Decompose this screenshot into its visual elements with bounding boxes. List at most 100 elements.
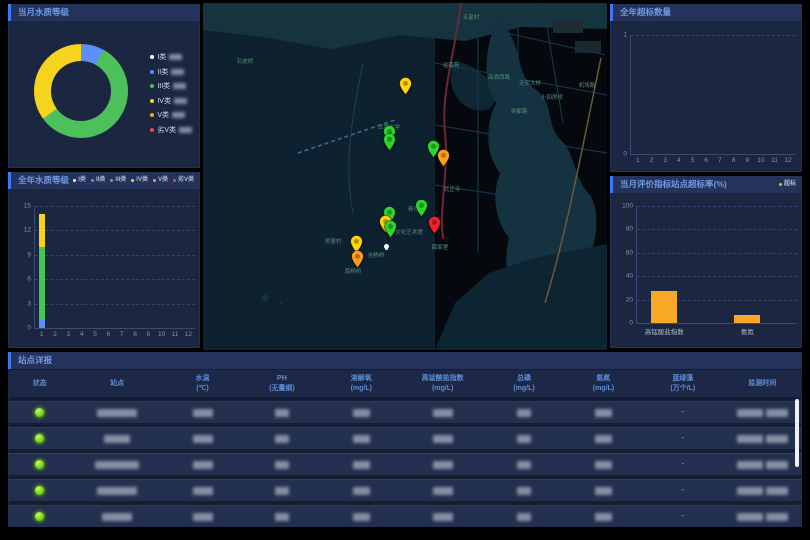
legend-item-V类[interactable]: V类 <box>153 172 168 189</box>
cell-蓝绿藻: - <box>643 461 722 468</box>
column-label: PH <box>277 374 287 383</box>
station-pin-red[interactable] <box>428 216 441 234</box>
value-redacted <box>353 513 370 521</box>
column-header-站点: 站点 <box>72 379 163 388</box>
station-pin-green[interactable] <box>384 220 397 238</box>
selected-station-marker[interactable] <box>384 244 389 249</box>
table-scrollbar[interactable] <box>795 399 799 467</box>
value-redacted <box>517 461 531 469</box>
legend-item-V类[interactable]: V类 <box>150 110 192 120</box>
table-header-row: 状态站点水温(℃)PH(无量纲)溶解氧(mg/L)高锰酸盐指数(mg/L)总磷(… <box>8 370 802 397</box>
cell-监测时间 <box>723 409 802 417</box>
cell-站点 <box>72 513 163 521</box>
panel-title: 站点详报 <box>18 352 52 369</box>
status-indicator <box>34 459 45 470</box>
station-pin-green[interactable] <box>383 133 396 151</box>
panel-title: 全年超标数量 <box>620 4 671 21</box>
legend-item-劣V类[interactable]: 劣V类 <box>173 172 194 189</box>
y-axis-tick: 6 <box>27 276 31 283</box>
cell-蓝绿藻: - <box>643 513 722 520</box>
value-redacted <box>517 513 531 521</box>
y-axis-tick: 9 <box>27 251 31 258</box>
y-axis-tick: 100 <box>622 203 633 210</box>
bar-高锰酸盐指数[interactable]: 高锰酸盐指数 <box>651 291 677 323</box>
legend-label: I类 <box>78 172 86 189</box>
column-unit: (℃) <box>196 384 209 393</box>
status-indicator <box>34 433 45 444</box>
column-unit: (mg/L) <box>513 384 534 393</box>
cell-蓝绿藻: - <box>643 435 722 442</box>
legend-label: IV类 <box>136 172 148 189</box>
legend-item-I类[interactable]: I类 <box>150 52 192 62</box>
bar-氨氮[interactable]: 氨氮 <box>734 315 760 323</box>
y-axis-tick: 1 <box>623 32 627 39</box>
cell-站点 <box>72 409 163 417</box>
exceed-rate-legend[interactable]: 超标 <box>779 176 796 193</box>
cell-溶解氧 <box>322 409 401 417</box>
legend-item-II类[interactable]: II类 <box>91 172 105 189</box>
legend-item-IV类[interactable]: IV类 <box>150 96 192 106</box>
date-redacted <box>737 409 763 417</box>
cell-高锰酸盐指数 <box>401 487 484 495</box>
value-redacted <box>595 409 612 417</box>
column-header-总磷: 总磷(mg/L) <box>484 374 563 393</box>
legend-value-redacted <box>174 98 187 104</box>
station-pin-yellow[interactable] <box>399 77 412 95</box>
cell-溶解氧 <box>322 513 401 521</box>
cell-水温 <box>163 513 242 521</box>
column-header-水温: 水温(℃) <box>163 374 242 393</box>
map[interactable]: 石皮桥五星村运南苑高浪西路天安大桥机场路小四房桥吴都路江南大学北正寺青祁桥文化艺… <box>203 3 607 350</box>
status-indicator <box>34 485 45 496</box>
donut-chart[interactable] <box>34 44 128 138</box>
time-redacted <box>766 487 788 495</box>
stacked-bar-month-1[interactable] <box>39 206 45 328</box>
date-redacted <box>737 513 763 521</box>
bar-segment-II类 <box>39 320 45 328</box>
table-body: - - - - - <box>8 401 802 527</box>
map-pin-icon <box>383 133 396 151</box>
table-row[interactable]: - <box>8 453 802 475</box>
y-axis-tick: 0 <box>623 151 627 158</box>
cell-监测时间 <box>723 513 802 521</box>
x-axis-tick: 1 <box>40 331 44 338</box>
value-redacted <box>517 409 531 417</box>
gridline <box>35 230 195 231</box>
legend-item-II类[interactable]: II类 <box>150 67 192 77</box>
value-redacted <box>433 487 453 495</box>
map-label: 吴捷村 <box>325 237 342 245</box>
x-axis-tick: 3 <box>67 331 71 338</box>
station-pin-orange[interactable] <box>437 149 450 167</box>
gridline <box>637 253 797 254</box>
x-axis-tick: 12 <box>785 157 792 164</box>
table-row[interactable]: - <box>8 479 802 501</box>
table-row[interactable]: - <box>8 427 802 449</box>
table-row[interactable]: - <box>8 401 802 423</box>
legend-item-劣V类[interactable]: 劣V类 <box>150 125 192 135</box>
cell-站点 <box>72 487 163 495</box>
station-pin-green[interactable] <box>415 199 428 217</box>
value-redacted <box>595 461 612 469</box>
x-axis-tick: 2 <box>650 157 654 164</box>
legend-dot <box>153 179 156 182</box>
legend-item-III类[interactable]: III类 <box>150 81 192 91</box>
legend-dot <box>150 128 154 132</box>
map-label: 文化艺术馆 <box>395 228 423 236</box>
annual-exceed-plot: 10123456789101112 <box>630 35 795 155</box>
legend-label: III类 <box>157 81 170 91</box>
station-name-redacted <box>102 513 132 521</box>
station-name-redacted <box>97 409 137 417</box>
column-header-蓝绿藻: 蓝绿藻(万个/L) <box>643 374 722 393</box>
value-redacted <box>517 487 531 495</box>
cell-水温 <box>163 435 242 443</box>
timestamp-redacted <box>737 409 788 417</box>
legend-item-IV类[interactable]: IV类 <box>131 172 148 189</box>
map-label: 运南苑 <box>443 61 460 69</box>
map-label: 北正寺 <box>444 185 461 193</box>
legend-dot <box>131 179 134 182</box>
column-unit: (mg/L) <box>351 384 372 393</box>
station-pin-orange[interactable] <box>351 250 364 268</box>
map-label: 机场路 <box>579 81 596 89</box>
legend-item-I类[interactable]: I类 <box>73 172 86 189</box>
legend-item-III类[interactable]: III类 <box>110 172 126 189</box>
table-row[interactable]: - <box>8 505 802 527</box>
